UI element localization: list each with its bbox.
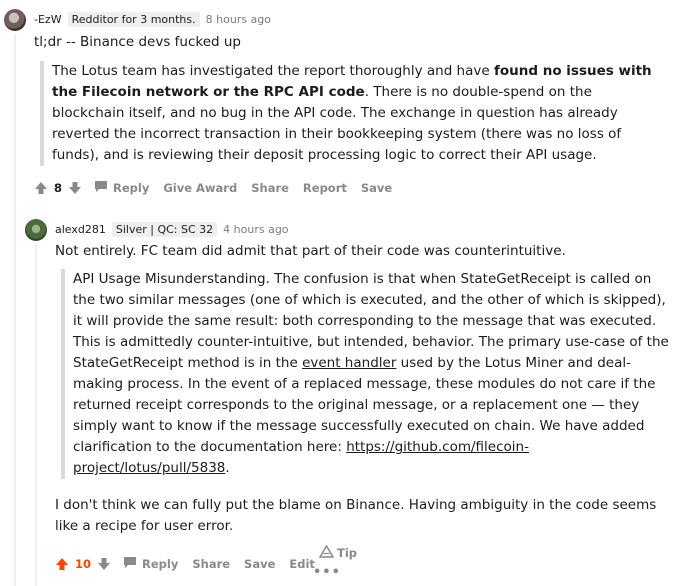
blockquote: API Usage Misunderstanding. The confusio… <box>61 269 673 479</box>
save-button[interactable]: Save <box>244 557 275 571</box>
user-flair: Redditor for 3 months. <box>67 12 200 27</box>
tip-button[interactable]: Tip <box>318 544 358 561</box>
save-button[interactable]: Save <box>361 181 392 195</box>
edit-button[interactable]: Edit <box>289 557 315 571</box>
username[interactable]: alexd281 <box>55 223 106 236</box>
reply-button[interactable]: Reply <box>123 556 178 572</box>
arrow-down-icon[interactable] <box>68 181 82 195</box>
event-handler-link[interactable]: event handler <box>302 355 396 371</box>
comment-actions: 8 Reply Give Award Share Report Save <box>34 180 406 196</box>
share-button[interactable]: Share <box>251 181 289 195</box>
reply-label: Reply <box>113 181 150 195</box>
comment-text: Not entirely. FC team did admit that par… <box>55 243 566 259</box>
user-flair: Silver | QC: SC 32 <box>111 222 218 237</box>
comment-bubble-icon <box>123 556 137 572</box>
quote-text: . <box>225 460 230 476</box>
vote-count: 8 <box>54 181 63 195</box>
vote-count: 10 <box>75 557 92 571</box>
comment-meta: -EzW Redditor for 3 months. 8 hours ago <box>34 12 271 27</box>
timestamp[interactable]: 8 hours ago <box>206 13 271 26</box>
triangle-tip-icon <box>318 544 335 561</box>
vote-controls: 10 <box>55 557 111 571</box>
comment-meta: alexd281 Silver | QC: SC 32 4 hours ago <box>55 222 289 237</box>
timestamp[interactable]: 4 hours ago <box>223 223 288 236</box>
give-award-button[interactable]: Give Award <box>163 181 237 195</box>
report-button[interactable]: Report <box>303 181 347 195</box>
comment-bubble-icon <box>94 180 108 196</box>
reply-button[interactable]: Reply <box>94 180 149 196</box>
tip-label: Tip <box>337 546 358 560</box>
avatar[interactable] <box>25 219 47 241</box>
more-options-icon[interactable]: ••• <box>313 565 341 580</box>
reply-label: Reply <box>142 557 179 571</box>
thread-line-2[interactable] <box>35 244 37 586</box>
comment-actions: 10 Reply Share Save Edit <box>55 556 329 572</box>
arrow-down-icon[interactable] <box>97 557 111 571</box>
username[interactable]: -EzW <box>34 13 62 26</box>
avatar[interactable] <box>4 9 26 31</box>
comment-text: tl;dr -- Binance devs fucked up <box>34 34 242 50</box>
vote-controls: 8 <box>34 181 82 195</box>
quote-text: The Lotus team has investigated the repo… <box>52 63 494 79</box>
share-button[interactable]: Share <box>192 557 230 571</box>
thread-line-1[interactable] <box>14 34 16 586</box>
comment-text-2: I don't think we can fully put the blame… <box>55 497 657 534</box>
blockquote: The Lotus team has investigated the repo… <box>40 61 666 166</box>
arrow-up-icon[interactable] <box>34 181 48 195</box>
arrow-up-icon[interactable] <box>55 557 69 571</box>
